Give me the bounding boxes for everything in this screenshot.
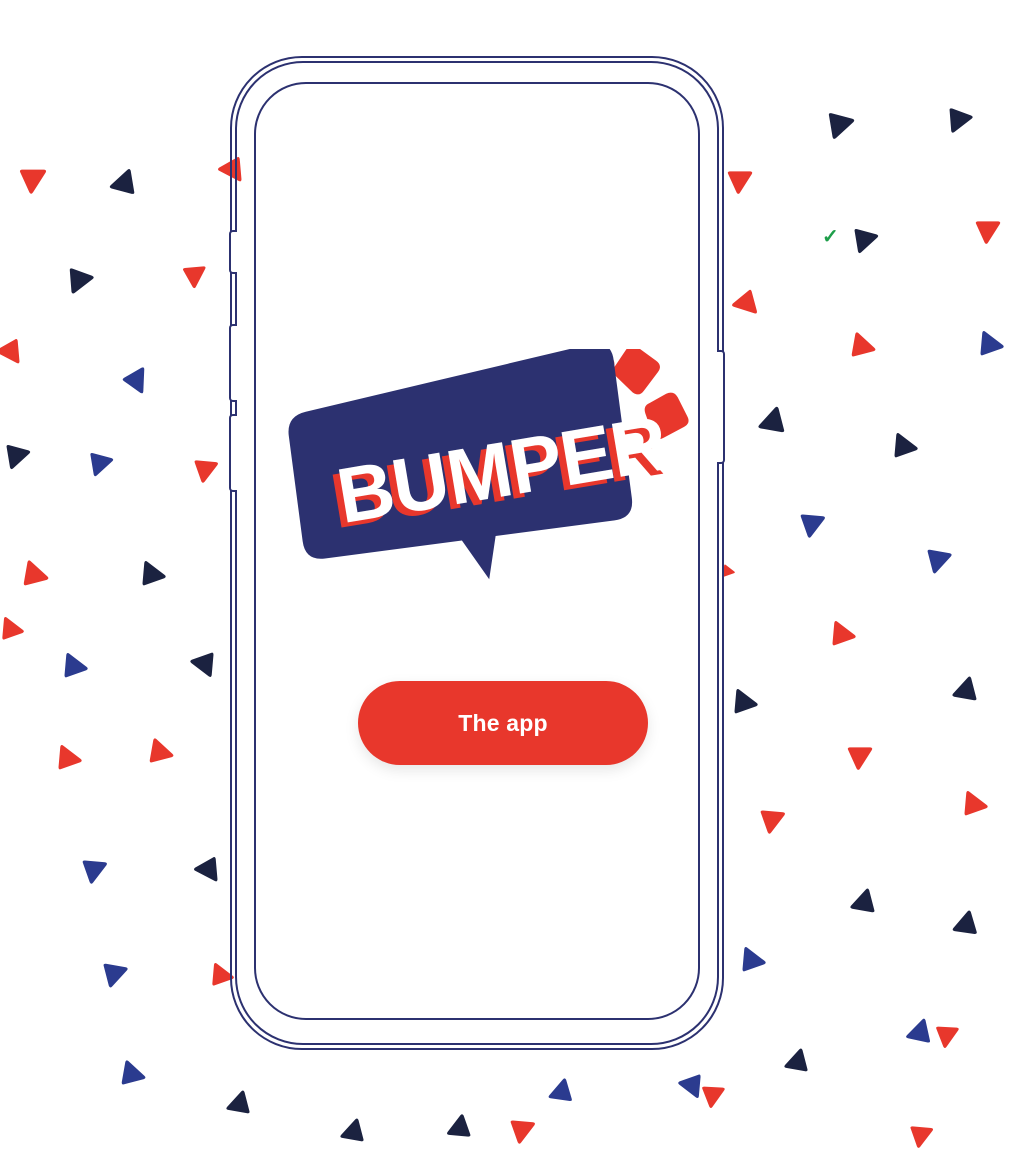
confetti-triangle [950,906,982,938]
confetti-triangle [726,168,754,196]
confetti-triangle [848,884,880,916]
confetti-triangle [922,546,954,578]
confetti-triangle [338,1114,369,1145]
power-button[interactable] [717,350,725,464]
confetti-triangle [191,855,221,885]
confetti-triangle [0,441,33,475]
confetti-triangle [727,287,761,321]
confetti-triangle [821,109,858,146]
confetti-triangle [0,337,23,367]
volume-up-button[interactable] [229,324,237,402]
phone-mockup: BUMPER BUMPER The app [229,56,725,1050]
confetti-triangle [950,672,982,704]
confetti-triangle [907,1123,935,1151]
confetti-triangle [224,1086,255,1117]
confetti-triangle [445,1111,474,1140]
confetti-triangle [797,511,827,541]
mute-switch-button[interactable] [229,230,237,274]
confetti-triangle [977,329,1007,359]
check-icon: ✓ [822,226,839,248]
confetti-triangle [18,166,48,196]
confetti-triangle [829,619,859,649]
confetti-triangle [974,218,1002,246]
confetti-triangle [118,1058,150,1090]
confetti-triangle [847,225,881,259]
confetti-triangle [782,1044,813,1075]
confetti-triangle [146,736,178,768]
confetti-triangle [119,363,157,401]
confetti-triangle [846,744,874,772]
confetti-triangle [757,807,787,837]
confetti-triangle [903,1013,936,1046]
confetti-triangle [187,649,217,679]
confetti-triangle [546,1074,576,1104]
confetti-triangle [961,789,991,819]
confetti-triangle [20,558,54,592]
screen-content: BUMPER BUMPER The app [256,84,698,1018]
confetti-triangle [60,264,97,301]
confetti-triangle [756,402,791,437]
confetti-triangle [507,1117,537,1147]
confetti-triangle [675,1071,704,1100]
confetti-triangle [848,330,880,362]
confetti-triangle [98,960,130,992]
confetti-triangle [181,263,209,291]
phone-screen: BUMPER BUMPER The app [254,82,700,1020]
volume-down-button[interactable] [229,414,237,492]
confetti-triangle [731,687,761,717]
confetti-triangle [699,1083,726,1110]
bumper-logo: BUMPER BUMPER [279,349,698,599]
confetti-triangle [933,1023,960,1050]
confetti-triangle [83,449,116,482]
confetti-triangle [940,104,976,140]
confetti-triangle [891,431,921,461]
confetti-triangle [61,651,91,681]
confetti-triangle [739,945,769,975]
confetti-triangle [107,163,143,199]
confetti-triangle [55,743,85,773]
the-app-button[interactable]: The app [358,681,648,765]
confetti-triangle [79,857,109,887]
confetti-triangle [191,457,220,486]
confetti-triangle [0,615,27,643]
confetti-triangle [139,559,169,589]
